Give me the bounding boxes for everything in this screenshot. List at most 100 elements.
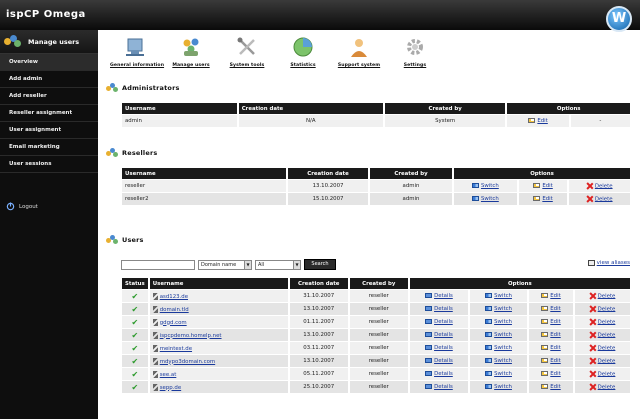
- delete-button[interactable]: Delete: [575, 329, 630, 341]
- sidebar-item-add-reseller[interactable]: Add reseller: [0, 88, 98, 105]
- edit-button[interactable]: Edit: [507, 115, 569, 127]
- logout-link[interactable]: Logout: [6, 202, 38, 211]
- nav-manage-users[interactable]: Manage users: [166, 36, 216, 68]
- switch-button[interactable]: Switch: [470, 316, 527, 328]
- switch-button[interactable]: Switch: [470, 329, 527, 341]
- sidebar-item-user-assignment[interactable]: User assignment: [0, 122, 98, 139]
- details-icon: [425, 319, 433, 324]
- switch-button[interactable]: Switch: [470, 368, 527, 380]
- settings-icon: [407, 39, 423, 55]
- username-cell[interactable]: mdypo3domain.com: [149, 355, 288, 367]
- sidebar-title: Manage users: [28, 37, 80, 46]
- sidebar-menu: Overview Add admin Add reseller Reseller…: [0, 54, 98, 173]
- domain-icon: [152, 357, 158, 365]
- switch-button[interactable]: Switch: [470, 290, 527, 302]
- details-button[interactable]: Details: [409, 303, 469, 315]
- search-field-select[interactable]: Domain name ▼: [198, 259, 252, 270]
- manage-users-icon: [183, 38, 199, 56]
- table-header: Status Username Creation date Created by…: [122, 278, 630, 289]
- username-cell[interactable]: domain.tld: [149, 303, 288, 315]
- users-icon: [4, 34, 22, 49]
- switch-icon: [485, 293, 493, 298]
- sidebar-item-user-sessions[interactable]: User sessions: [0, 156, 98, 173]
- switch-icon: [485, 384, 493, 389]
- switch-button[interactable]: Switch: [470, 303, 527, 315]
- edit-button[interactable]: Edit: [528, 355, 574, 367]
- edit-icon: [541, 358, 549, 363]
- administrators-title: Administrators: [106, 83, 180, 93]
- delete-button[interactable]: Delete: [575, 303, 630, 315]
- edit-icon: [541, 293, 549, 298]
- nav-general-information[interactable]: General information: [110, 36, 164, 68]
- top-header: ispCP Omega: [0, 0, 640, 30]
- table-row: ✔ mdypo3domain.com 13.10.2007 reseller Detai…: [122, 355, 630, 367]
- delete-button[interactable]: Delete: [569, 180, 630, 192]
- edit-button[interactable]: Edit: [528, 303, 574, 315]
- status-cell: ✔: [122, 290, 148, 302]
- sidebar-item-email-marketing[interactable]: Email marketing: [0, 139, 98, 156]
- delete-icon: [590, 358, 596, 364]
- edit-button[interactable]: Edit: [528, 290, 574, 302]
- delete-button[interactable]: Delete: [575, 316, 630, 328]
- delete-button[interactable]: Delete: [575, 342, 630, 354]
- status-select[interactable]: All ▼: [255, 259, 301, 270]
- domain-icon: [152, 331, 158, 339]
- details-button[interactable]: Details: [409, 316, 469, 328]
- edit-button[interactable]: Edit: [528, 316, 574, 328]
- details-button[interactable]: Details: [409, 290, 469, 302]
- ispcp-logo-icon: W: [606, 6, 632, 32]
- details-button[interactable]: Details: [409, 329, 469, 341]
- switch-button[interactable]: Switch: [454, 180, 517, 192]
- delete-button[interactable]: Delete: [569, 193, 630, 205]
- users-icon: [106, 148, 118, 158]
- delete-button[interactable]: Delete: [575, 355, 630, 367]
- edit-icon: [541, 306, 549, 311]
- users-icon: [106, 235, 118, 245]
- sidebar-item-overview[interactable]: Overview: [0, 54, 98, 71]
- details-icon: [425, 371, 433, 376]
- status-ok-icon: ✔: [131, 356, 139, 366]
- details-button[interactable]: Details: [409, 342, 469, 354]
- top-navigation: General information Manage users System …: [110, 36, 446, 68]
- sidebar-item-add-admin[interactable]: Add admin: [0, 71, 98, 88]
- delete-button[interactable]: Delete: [575, 381, 630, 393]
- main-content: General information Manage users System …: [98, 30, 640, 419]
- username-cell[interactable]: ispcpdemo.homelp.net: [149, 329, 288, 341]
- support-system-icon: [351, 39, 367, 57]
- edit-button[interactable]: Edit: [528, 342, 574, 354]
- switch-button[interactable]: Switch: [470, 381, 527, 393]
- details-icon: [425, 358, 433, 363]
- username-cell[interactable]: see.at: [149, 368, 288, 380]
- switch-button[interactable]: Switch: [470, 355, 527, 367]
- switch-button[interactable]: Switch: [454, 193, 517, 205]
- edit-icon: [541, 384, 549, 389]
- username-cell[interactable]: meintest.de: [149, 342, 288, 354]
- switch-button[interactable]: Switch: [470, 342, 527, 354]
- edit-button[interactable]: Edit: [528, 381, 574, 393]
- nav-support-system[interactable]: Support system: [334, 36, 384, 68]
- view-aliases-link[interactable]: view aliases: [587, 260, 630, 266]
- edit-icon: [541, 371, 549, 376]
- brand-title: ispCP Omega: [6, 9, 86, 20]
- edit-button[interactable]: Edit: [518, 180, 568, 192]
- details-button[interactable]: Details: [409, 368, 469, 380]
- nav-settings[interactable]: Settings: [390, 36, 440, 68]
- edit-button[interactable]: Edit: [528, 329, 574, 341]
- delete-button[interactable]: Delete: [575, 368, 630, 380]
- search-button[interactable]: Search: [304, 259, 336, 270]
- administrators-table: Username Creation date Created by Option…: [120, 102, 632, 128]
- username-cell[interactable]: gdgd.com: [149, 316, 288, 328]
- nav-system-tools[interactable]: System tools: [222, 36, 272, 68]
- details-button[interactable]: Details: [409, 355, 469, 367]
- search-input[interactable]: [121, 259, 195, 270]
- details-icon: [425, 293, 433, 298]
- username-cell[interactable]: asd123.de: [149, 290, 288, 302]
- edit-button[interactable]: Edit: [528, 368, 574, 380]
- details-button[interactable]: Details: [409, 381, 469, 393]
- edit-button[interactable]: Edit: [518, 193, 568, 205]
- switch-icon: [485, 345, 493, 350]
- username-cell[interactable]: sepp.de: [149, 381, 288, 393]
- nav-statistics[interactable]: Statistics: [278, 36, 328, 68]
- delete-button[interactable]: Delete: [575, 290, 630, 302]
- sidebar-item-reseller-assignment[interactable]: Reseller assignment: [0, 105, 98, 122]
